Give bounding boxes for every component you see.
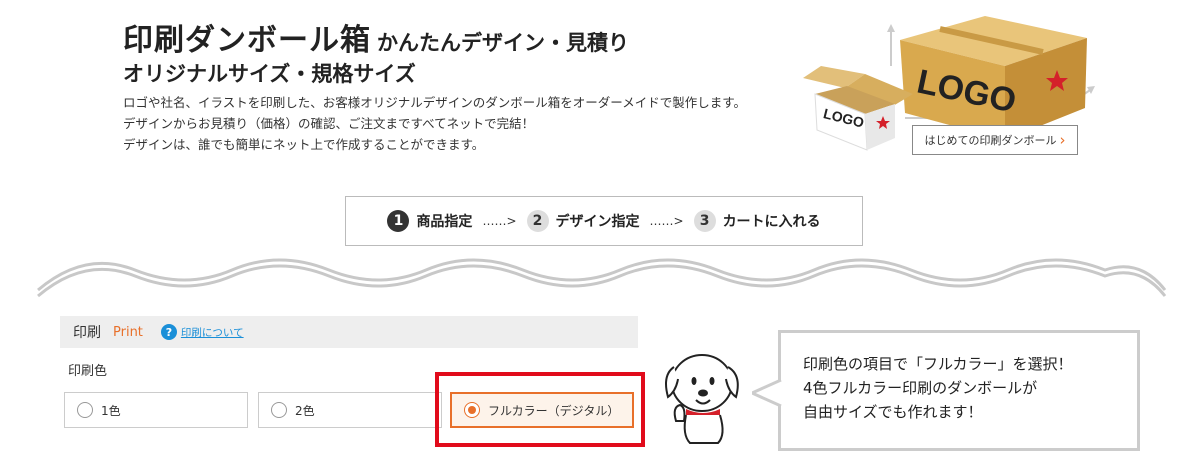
page-title-main: 印刷ダンボール箱 <box>123 23 371 58</box>
step-2-number: 2 <box>526 210 549 232</box>
option-label: フルカラー（デジタル） <box>488 403 620 418</box>
callout-text: 印刷色の項目で「フルカラー」を選択！ 4色フルカラー印刷のダンボールが 自由サイ… <box>803 352 1073 424</box>
callout-line: 自由サイズでも作れます！ <box>803 403 983 421</box>
step-arrow: ……> <box>482 214 517 228</box>
wave-divider <box>37 258 1167 298</box>
option-label: 1色 <box>101 403 121 418</box>
option-label: 2色 <box>295 403 315 418</box>
page-subtitle: オリジナルサイズ・規格サイズ <box>123 62 416 86</box>
dog-mascot-illustration <box>665 354 739 444</box>
page-description: ロゴや社名、イラストを印刷した、お客様オリジナルデザインのダンボール箱をオーダー… <box>123 92 746 155</box>
print-section-title: 印刷 <box>73 325 101 341</box>
order-steps: 1 商品指定 ……> 2 デザイン指定 ……> 3 カートに入れる <box>345 196 863 246</box>
print-color-option-2color[interactable]: 2色 <box>258 392 442 428</box>
radio-button[interactable] <box>77 402 93 418</box>
radio-button[interactable] <box>271 402 287 418</box>
description-line: デザインは、誰でも簡単にネット上で作成することができます。 <box>123 137 485 152</box>
description-line: ロゴや社名、イラストを印刷した、お客様オリジナルデザインのダンボール箱をオーダー… <box>123 95 747 110</box>
step-3-number: 3 <box>693 210 716 232</box>
first-time-guide-button[interactable]: はじめての印刷ダンボール › <box>912 125 1078 155</box>
help-icon[interactable]: ? <box>160 324 177 340</box>
radio-button-selected[interactable] <box>464 402 480 418</box>
callout-line: 印刷色の項目で「フルカラー」を選択！ <box>803 355 1073 373</box>
description-line: デザインからお見積り（価格）の確認、ご注文まですべてネットで完結！ <box>123 116 535 131</box>
print-color-label: 印刷色 <box>68 364 108 379</box>
page-title-sub: かんたんデザイン・見積り <box>377 31 629 55</box>
print-color-option-fullcolor[interactable]: フルカラー（デジタル） <box>450 392 634 428</box>
print-color-option-1color[interactable]: 1色 <box>64 392 248 428</box>
step-2-label: デザイン指定 <box>555 214 640 230</box>
callout-line: 4色フルカラー印刷のダンボールが <box>803 379 1038 397</box>
guide-button-label: はじめての印刷ダンボール <box>924 134 1057 147</box>
step-arrow: ……> <box>649 214 684 228</box>
chevron-right-icon: › <box>1059 131 1066 149</box>
about-printing-link[interactable]: 印刷について <box>181 325 244 340</box>
step-3-label: カートに入れる <box>722 214 821 230</box>
print-section-header: 印刷 Print ? 印刷について <box>60 316 638 348</box>
print-section-title-en: Print <box>113 324 143 340</box>
callout-bubble-tail <box>752 378 782 408</box>
page-title: 印刷ダンボール箱 かんたんデザイン・見積り <box>123 15 629 59</box>
step-1-label: 商品指定 <box>416 214 473 230</box>
step-1-number: 1 <box>387 210 410 232</box>
